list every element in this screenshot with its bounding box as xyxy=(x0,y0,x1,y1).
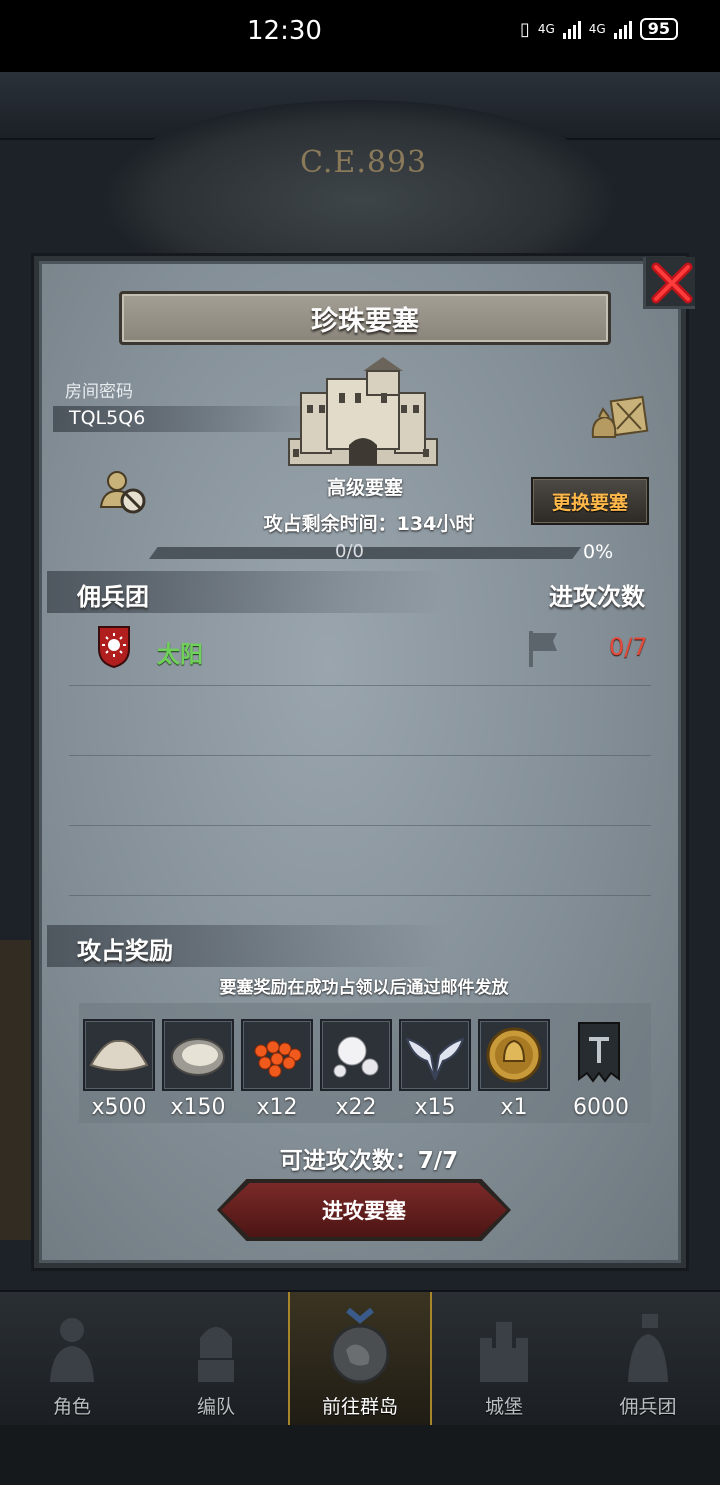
reward-item[interactable]: x12 xyxy=(241,1019,313,1120)
signal-icon-2 xyxy=(613,19,632,39)
fortress-castle-icon xyxy=(288,357,438,466)
reward-header: 攻占奖励 xyxy=(77,937,173,965)
nav-label: 佣兵团 xyxy=(619,1396,677,1418)
reward-qty: 6000 xyxy=(573,1095,629,1120)
row-divider xyxy=(69,895,651,896)
room-password-value[interactable]: TQL5Q6 xyxy=(69,407,145,429)
attack-fortress-button[interactable]: 进攻要塞 xyxy=(221,1183,507,1237)
mercenary-icon xyxy=(628,1314,668,1382)
kick-member-icon[interactable] xyxy=(99,467,149,515)
capture-progress-bar xyxy=(149,547,581,559)
winged-emblem-icon xyxy=(405,1037,465,1082)
reward-qty: x22 xyxy=(335,1095,377,1120)
reward-qty: x15 xyxy=(414,1095,456,1120)
mercenary-name: 太阳 xyxy=(157,642,203,668)
mercenary-row[interactable]: 太阳 0/7 xyxy=(69,621,661,681)
guild-banner-icon xyxy=(578,1022,620,1083)
reward-item[interactable]: x150 xyxy=(162,1019,234,1120)
nav-label: 前往群岛 xyxy=(321,1396,398,1418)
network-type-1: 4G xyxy=(537,22,555,36)
pearl-icon xyxy=(333,1036,379,1078)
progress-count: 0/0 xyxy=(335,541,364,562)
reward-qty: x150 xyxy=(170,1095,226,1120)
row-divider xyxy=(69,825,651,826)
nav-item-islands[interactable]: 前往群岛 xyxy=(288,1292,432,1427)
vibrate-icon: ▯ xyxy=(519,18,530,40)
formation-icon xyxy=(198,1327,234,1382)
nav-label: 角色 xyxy=(52,1396,91,1418)
capture-remaining-time: 攻占剩余时间：134小时 xyxy=(263,513,475,535)
network-type-2: 4G xyxy=(588,22,606,36)
side-panel-edge xyxy=(0,940,32,1240)
reward-item[interactable]: x22 xyxy=(320,1019,392,1120)
nav-label: 城堡 xyxy=(484,1396,523,1418)
room-password-label: 房间密码 xyxy=(65,382,133,402)
reward-qty: x12 xyxy=(256,1095,298,1120)
dialog-title: 珍珠要塞 xyxy=(119,291,611,345)
flag-icon xyxy=(529,631,557,667)
supply-bag-icon[interactable] xyxy=(587,393,649,445)
fortress-level: 高级要塞 xyxy=(326,477,403,499)
calendar-year: C.E.893 xyxy=(300,145,428,180)
castle-icon xyxy=(480,1322,528,1382)
footer-strip xyxy=(0,1425,720,1485)
sand-pile-icon xyxy=(89,1039,149,1071)
knight-icon xyxy=(50,1318,94,1382)
mercenary-header: 佣兵团 xyxy=(77,583,149,611)
island-globe-icon xyxy=(330,1308,390,1384)
nav-item-formation[interactable]: 编队 xyxy=(144,1292,288,1427)
golden-helmet-coin-icon xyxy=(486,1027,542,1083)
reward-item[interactable]: x500 xyxy=(83,1019,155,1120)
mercenary-attack-count: 0/7 xyxy=(609,633,648,661)
attack-count-header: 进攻次数 xyxy=(549,583,645,611)
bottom-nav: 角色 编队 前往群岛 城堡 佣兵团 xyxy=(0,1290,720,1427)
change-fortress-button[interactable]: 更换要塞 xyxy=(531,477,649,525)
clock: 12:30 xyxy=(247,16,322,46)
fortress-dialog: 珍珠要塞 房间密码 TQL5Q6 高级要塞 攻占剩余时间：134小时 更换要塞 … xyxy=(34,256,695,1268)
close-icon xyxy=(651,262,693,304)
battery-indicator: 95 xyxy=(639,18,678,40)
nav-item-character[interactable]: 角色 xyxy=(0,1292,144,1427)
row-divider xyxy=(69,685,651,686)
reward-item[interactable]: x15 xyxy=(399,1019,471,1120)
reward-item[interactable]: 6000 xyxy=(565,1019,637,1120)
oyster-icon xyxy=(171,1038,225,1076)
attempts-left: 可进攻次数：7/7 xyxy=(279,1148,459,1174)
close-button[interactable] xyxy=(643,257,695,309)
reward-qty: x1 xyxy=(500,1095,528,1120)
reward-qty: x500 xyxy=(91,1095,147,1120)
reward-note: 要塞奖励在成功占领以后通过邮件发放 xyxy=(219,978,509,998)
signal-icon xyxy=(562,19,581,39)
nav-item-mercenary[interactable]: 佣兵团 xyxy=(576,1292,720,1427)
row-divider xyxy=(69,755,651,756)
nav-item-castle[interactable]: 城堡 xyxy=(432,1292,576,1427)
sun-shield-icon xyxy=(98,626,130,669)
status-bar: 12:30 ▯ 4G 4G 95 xyxy=(0,0,720,72)
nav-label: 编队 xyxy=(196,1396,235,1418)
reward-item[interactable]: x1 xyxy=(478,1019,550,1120)
progress-percent: 0% xyxy=(583,541,614,563)
fish-roe-icon xyxy=(254,1040,302,1078)
